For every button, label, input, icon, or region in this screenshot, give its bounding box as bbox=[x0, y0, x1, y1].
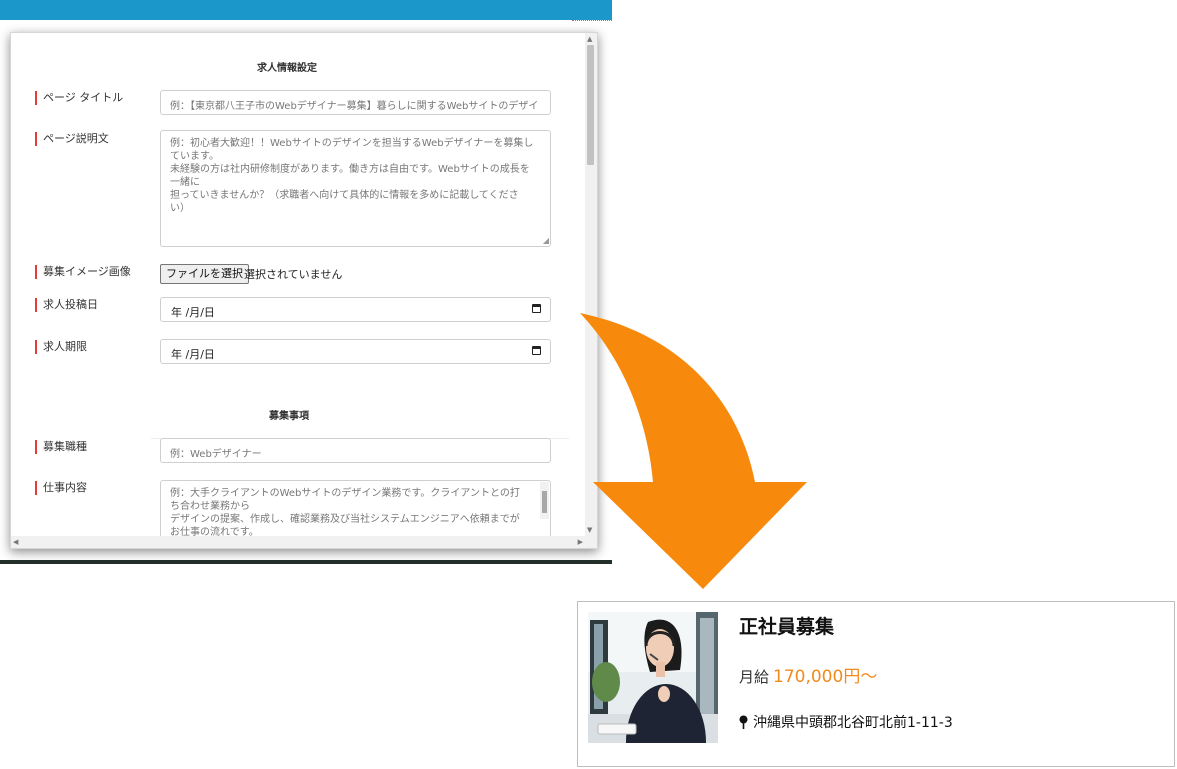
post-date-label: 求人投稿日 bbox=[35, 298, 98, 312]
description-line: 例：初心者大歓迎！！Webサイトのデザインを担当するWebデザイナーを募集し bbox=[170, 138, 534, 149]
calendar-icon[interactable] bbox=[532, 346, 541, 355]
deadline-value: 年 /月/日 bbox=[171, 348, 215, 361]
job-type-label: 募集職種 bbox=[35, 440, 87, 454]
calendar-icon[interactable] bbox=[532, 304, 541, 313]
operator-photo bbox=[588, 612, 718, 743]
post-date-value: 年 /月/日 bbox=[171, 306, 215, 319]
deadline-input[interactable]: 年 /月/日 bbox=[160, 339, 551, 364]
image-label: 募集イメージ画像 bbox=[35, 265, 131, 279]
page-description-label: ページ説明文 bbox=[35, 132, 109, 146]
salary-value: 170,000円～ bbox=[773, 667, 878, 687]
resize-handle-icon[interactable]: ◢ bbox=[543, 237, 549, 245]
job-content-line: ち合わせ業務から bbox=[170, 501, 250, 512]
page-title-label: ページ タイトル bbox=[35, 91, 123, 105]
modal-scrollbar-thumb[interactable] bbox=[587, 45, 594, 165]
job-listing-card[interactable]: 正社員募集 月給 170,000円～ 沖縄県中頭郡北谷町北前1-11-3 bbox=[577, 601, 1175, 767]
job-type-input[interactable]: 例：Webデザイナー bbox=[160, 438, 551, 463]
job-content-line: 例：大手クライアントのWebサイトのデザイン業務です。クライアントとの打 bbox=[170, 488, 520, 499]
salary-row: 月給 170,000円～ bbox=[739, 662, 877, 687]
section-title-recruitment: 募集事項 bbox=[269, 411, 309, 422]
job-content-line: デザインの提案、作成し、確認業務及び当社システムエンジニアへ依頼までが bbox=[170, 514, 520, 525]
description-line: 一緒に bbox=[170, 177, 200, 188]
background-footer-strip bbox=[0, 560, 612, 564]
description-line: 担っていきませんか？（求職者へ向けて具体的に情報を多めに記載してくださ bbox=[170, 190, 519, 201]
scroll-left-arrow-icon[interactable]: ◀ bbox=[13, 537, 18, 547]
scroll-up-arrow-icon[interactable]: ▲ bbox=[587, 35, 592, 43]
arrow-icon bbox=[580, 313, 807, 589]
card-title: 正社員募集 bbox=[739, 616, 835, 638]
page-title-input[interactable]: 例：【東京都八王子市のWebデザイナー募集】暮らしに関するWebサイトのデザイ bbox=[160, 90, 551, 115]
page-description-textarea[interactable]: 例：初心者大歓迎！！Webサイトのデザインを担当するWebデザイナーを募集し て… bbox=[160, 130, 551, 247]
section-title-job-info: 求人情報設定 bbox=[257, 63, 317, 74]
job-content-label: 仕事内容 bbox=[35, 481, 87, 495]
address-row: 沖縄県中頭郡北谷町北前1-11-3 bbox=[739, 712, 953, 732]
file-status-text: 選択されていません bbox=[244, 268, 343, 281]
deadline-label: 求人期限 bbox=[35, 340, 87, 354]
textarea-scrollbar-thumb[interactable] bbox=[542, 491, 547, 513]
job-settings-modal: 求人情報設定 ページ タイトル 例：【東京都八王子市のWebデザイナー募集】暮ら… bbox=[10, 32, 598, 549]
salary-label: 月給 bbox=[739, 668, 770, 686]
modal-horizontal-scrollbar[interactable]: ◀ ▶ bbox=[11, 536, 585, 548]
description-line: 未経験の方は社内研修制度があります。働き方は自由です。Webサイトの成長を bbox=[170, 164, 530, 175]
description-line: い） bbox=[170, 203, 190, 214]
background-header-bar bbox=[0, 0, 612, 20]
choose-file-button[interactable]: ファイルを選択 bbox=[160, 264, 249, 284]
address-text: 沖縄県中頭郡北谷町北前1-11-3 bbox=[753, 715, 953, 731]
location-pin-icon bbox=[739, 715, 748, 729]
background-dotted-line bbox=[572, 20, 612, 21]
post-date-input[interactable]: 年 /月/日 bbox=[160, 297, 551, 322]
textarea-scrollbar[interactable] bbox=[540, 482, 549, 519]
description-line: ています。 bbox=[170, 151, 219, 162]
